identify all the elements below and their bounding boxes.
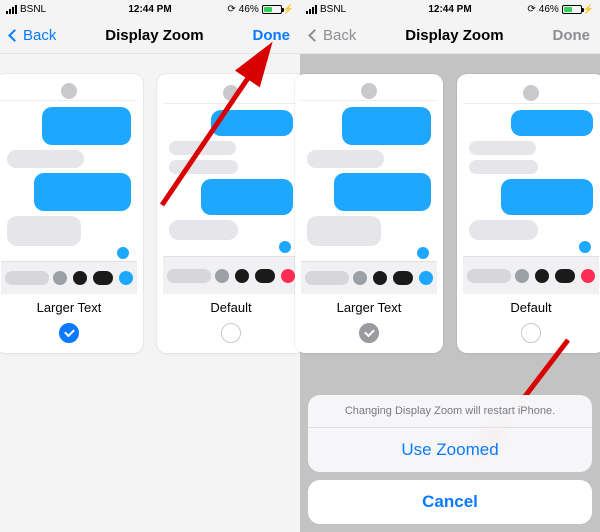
radio-default — [521, 323, 541, 343]
action-sheet: Changing Display Zoom will restart iPhon… — [300, 387, 600, 532]
option-default[interactable]: Default — [157, 74, 305, 353]
clock-label: 12:44 PM — [428, 4, 471, 15]
radio-larger — [359, 323, 379, 343]
sheet-message: Changing Display Zoom will restart iPhon… — [308, 395, 592, 428]
status-bar: BSNL 12:44 PM ⟳ 46% ⚡ — [300, 0, 600, 18]
status-bar: BSNL 12:44 PM ⟳ 46% ⚡ — [0, 0, 300, 18]
chevron-left-icon — [308, 29, 321, 42]
back-button: Back — [310, 27, 356, 44]
option-larger-label: Larger Text — [37, 300, 102, 315]
avatar-icon — [361, 83, 377, 99]
page-title: Display Zoom — [105, 27, 203, 44]
charging-icon: ⚡ — [583, 4, 594, 15]
preview-larger — [301, 82, 437, 294]
battery-pct: 46% — [539, 4, 559, 15]
chevron-left-icon — [8, 29, 21, 42]
avatar-icon — [61, 83, 77, 99]
back-button[interactable]: Back — [10, 27, 56, 44]
avatar-icon — [223, 85, 239, 101]
nav-bar: Back Display Zoom Done — [0, 18, 300, 54]
cancel-button[interactable]: Cancel — [308, 480, 592, 524]
screenshot-right: BSNL 12:44 PM ⟳ 46% ⚡ Back Display Zoom … — [300, 0, 600, 532]
preview-default — [463, 82, 599, 294]
refresh-icon: ⟳ — [227, 4, 235, 15]
carrier-label: BSNL — [320, 4, 346, 15]
option-larger[interactable]: Larger Text — [0, 74, 143, 353]
preview-larger — [1, 82, 137, 294]
option-larger: Larger Text — [295, 74, 443, 353]
back-label: Back — [323, 27, 356, 44]
radio-larger[interactable] — [59, 323, 79, 343]
options-area: Larger Text Def — [0, 54, 300, 532]
back-label: Back — [23, 27, 56, 44]
clock-label: 12:44 PM — [128, 4, 171, 15]
done-button: Done — [553, 27, 591, 44]
refresh-icon: ⟳ — [527, 4, 535, 15]
signal-icon — [6, 5, 17, 14]
preview-default — [163, 82, 299, 294]
battery-pct: 46% — [239, 4, 259, 15]
use-zoomed-button[interactable]: Use Zoomed — [308, 428, 592, 472]
screenshot-left: BSNL 12:44 PM ⟳ 46% ⚡ Back Display Zoom … — [0, 0, 300, 532]
option-default-label: Default — [510, 300, 551, 315]
radio-default[interactable] — [221, 323, 241, 343]
avatar-icon — [523, 85, 539, 101]
option-default: Default — [457, 74, 600, 353]
done-button[interactable]: Done — [253, 27, 291, 44]
nav-bar: Back Display Zoom Done — [300, 18, 600, 54]
option-larger-label: Larger Text — [337, 300, 402, 315]
battery-icon — [562, 5, 582, 14]
battery-icon — [262, 5, 282, 14]
page-title: Display Zoom — [405, 27, 503, 44]
charging-icon: ⚡ — [283, 4, 294, 15]
carrier-label: BSNL — [20, 4, 46, 15]
signal-icon — [306, 5, 317, 14]
option-default-label: Default — [210, 300, 251, 315]
